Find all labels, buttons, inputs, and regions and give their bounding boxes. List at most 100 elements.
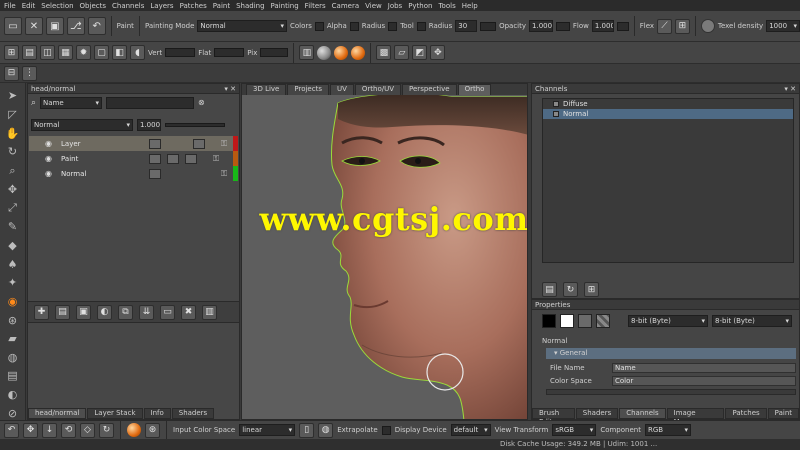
select-face-icon[interactable]: ◸ [6,108,20,122]
properties-subsection[interactable]: ▾ General [546,348,796,359]
gradient-icon[interactable]: ▤ [6,369,20,383]
eraser-icon[interactable]: ▱ [394,45,410,60]
tab-shaders[interactable]: Shaders [575,408,619,419]
texel-density-select[interactable]: 1000 ▾ [766,20,800,32]
shelf-icon[interactable]: ⊟ [4,65,19,81]
layer-opacity-slider[interactable] [165,122,225,127]
move-view-icon[interactable]: ✥ [23,422,38,438]
layer-opacity-input[interactable]: 1.000 [137,118,161,131]
channel-settings-icon[interactable]: ⊞ [584,282,599,297]
add-channel-icon[interactable]: ▤ [55,304,70,320]
display-device-select[interactable]: default ▾ [450,424,491,436]
flow-input[interactable]: 1.000 [591,20,614,32]
tab-info[interactable]: Info [143,408,171,419]
channel-row[interactable]: Diffuse [543,99,793,109]
layer-row[interactable]: ◉ Paint ⚿ [29,151,238,166]
property-value-input[interactable]: Color [612,375,796,386]
blur-icon[interactable]: ◍ [6,351,20,365]
transform-icon[interactable]: ✥ [430,45,446,60]
menu-selection[interactable]: Selection [41,2,73,10]
rotate-icon[interactable]: ↻ [6,145,20,159]
menu-patches[interactable]: Patches [180,2,207,10]
pin-icon[interactable]: ✦ [6,276,20,290]
radius-slider-handle[interactable] [480,21,497,31]
extrapolate-checkbox[interactable] [381,425,391,435]
brush-square-icon[interactable]: ▢ [94,45,109,60]
layer-settings-icon[interactable]: ▥ [202,304,217,320]
brush-tile-icon[interactable]: ▦ [58,45,73,60]
fill-bucket-icon[interactable]: ◆ [6,239,20,253]
shelf-drag-icon[interactable]: ⋮ [22,65,37,81]
tab-3d-live[interactable]: 3D Live [246,84,287,95]
pix-slider[interactable] [260,48,289,57]
adjustment-icon[interactable]: ◐ [97,304,112,320]
brush-grid-icon[interactable]: ⊞ [4,45,19,60]
tab-channels[interactable]: Channels [619,408,666,419]
extrapolate-icon[interactable]: ◍ [318,422,334,438]
bit-depth-select-2[interactable]: 8-bit (Byte) ▾ [712,315,792,327]
menu-tools[interactable]: Tools [438,2,455,10]
select-arrow-icon[interactable]: ➤ [6,89,20,103]
tab-shaders[interactable]: Shaders [171,408,215,419]
orbit-icon[interactable]: ⟲ [61,422,76,438]
radius-input[interactable]: 30 [455,20,478,32]
wireframe-icon[interactable]: ⊛ [145,422,160,438]
globe-icon[interactable] [700,19,715,33]
lock-icon[interactable]: ⚿ [213,154,223,164]
brush-cube-icon[interactable]: ◫ [40,45,55,60]
opacity-input[interactable]: 1.000 [529,20,553,32]
tab-brush-edit[interactable]: Brush Edit [532,408,575,426]
grab-hand-icon[interactable]: ✋ [6,126,20,140]
lock-icon[interactable]: ⚿ [221,169,231,179]
tab-patches[interactable]: Patches [725,408,767,419]
alpha-checkbox[interactable] [349,21,359,31]
tab-image-manager[interactable]: Image Manager [666,408,725,426]
dodge-icon[interactable]: ◐ [6,388,20,402]
layer-row[interactable]: ◉ Normal ⚿ [29,166,238,181]
layers-search-input[interactable] [106,96,195,109]
clone-icon[interactable]: ⊛ [6,313,20,327]
menu-help[interactable]: Help [462,2,478,10]
channel-visibility-checkbox[interactable] [553,101,559,107]
layer-mask-icon[interactable] [149,138,161,149]
eyedropper-icon[interactable]: ✎ [6,220,20,234]
flatten-icon[interactable]: ▭ [160,304,175,320]
brush-cube2-icon[interactable]: ◧ [112,45,127,60]
input-color-space-select[interactable]: linear ▾ [239,424,296,436]
clear-search-icon[interactable]: ⊗ [198,98,205,107]
menu-layers[interactable]: Layers [150,2,173,10]
checker-icon[interactable]: ▩ [376,45,392,60]
sphere-orange-icon[interactable] [334,45,349,60]
channel-visibility-checkbox[interactable] [553,111,559,117]
tool-checkbox[interactable] [416,21,426,31]
add-layer-icon[interactable]: ✚ [34,304,49,320]
menu-python[interactable]: Python [408,2,432,10]
layer-link-icon[interactable] [167,153,179,164]
layer-mask-icon[interactable] [149,153,161,164]
network-icon[interactable]: ⎇ [66,17,85,35]
eye-icon[interactable]: ◉ [45,169,57,178]
tab-projects[interactable]: Projects [287,84,329,95]
brush-gear-icon[interactable]: ✹ [76,45,91,60]
down-arrow-icon[interactable]: ↓ [42,422,57,438]
property-value-input[interactable]: Name [612,362,796,373]
paint-sphere-icon[interactable] [127,423,141,437]
menu-channels[interactable]: Channels [112,2,144,10]
menu-painting[interactable]: Painting [271,2,299,10]
document-icon[interactable]: ▯ [299,422,315,438]
paint-brush-icon[interactable]: ◉ [6,295,20,309]
slice-icon[interactable]: ⊘ [6,406,20,420]
undo-history-icon[interactable]: ↶ [87,17,106,35]
channel-row-selected[interactable]: Normal [543,109,793,119]
blend-mode-select[interactable]: Normal ▾ [31,118,133,131]
lock-icon[interactable]: ⚿ [221,139,231,149]
opacity-slider-handle[interactable] [555,21,570,31]
add-channel-icon[interactable]: ▤ [542,282,557,297]
stencil-icon[interactable]: ◩ [412,45,428,60]
undo-icon[interactable]: ↶ [4,422,19,438]
mask-icon[interactable]: ▥ [299,45,315,60]
close-file-icon[interactable]: ✕ [24,17,43,35]
smudge-icon[interactable]: ♠ [6,257,20,271]
menu-jobs[interactable]: Jobs [388,2,402,10]
menu-objects[interactable]: Objects [80,2,106,10]
